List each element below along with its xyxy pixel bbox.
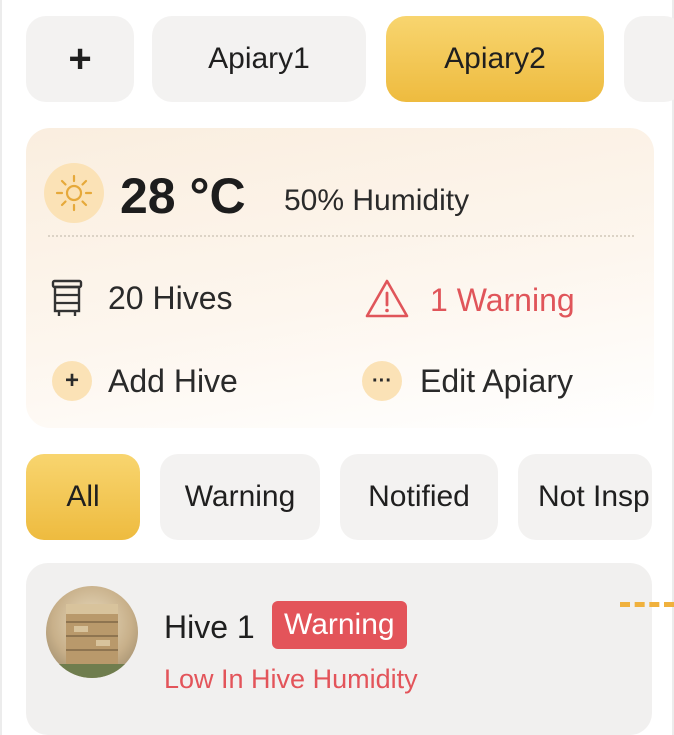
add-hive-button[interactable]: Add Hive <box>108 361 238 401</box>
left-edge <box>0 0 2 735</box>
filter-notified-label: Notified <box>368 480 470 513</box>
tab-next-partial[interactable] <box>624 16 674 102</box>
tab-apiary2[interactable]: Apiary2 <box>386 16 604 102</box>
humidity: 50% Humidity <box>284 184 470 217</box>
hive-count: 20 Hives <box>108 280 233 316</box>
edit-apiary-icon-glyph: ··· <box>372 369 392 392</box>
warning-count[interactable]: 1 Warning <box>430 280 575 320</box>
hive-name: Hive 1 <box>164 609 255 645</box>
beehive-icon <box>50 279 84 317</box>
add-apiary-button[interactable]: + <box>26 16 134 102</box>
filter-not-inspected[interactable]: Not Insp <box>518 454 652 540</box>
app-screen: + Apiary1 Apiary2 28 °C 50% Humidity 20 … <box>0 0 674 735</box>
sun-icon <box>44 163 104 223</box>
filter-warning[interactable]: Warning <box>160 454 320 540</box>
summary-divider <box>48 235 634 237</box>
filter-all-label: All <box>66 480 100 513</box>
tab-apiary1[interactable]: Apiary1 <box>152 16 366 102</box>
filter-notified[interactable]: Notified <box>340 454 498 540</box>
swipe-hint-dashes <box>620 602 674 607</box>
add-hive-icon[interactable]: + <box>52 361 92 401</box>
hive-alert-message: Low In Hive Humidity <box>164 664 418 694</box>
add-apiary-label: + <box>68 36 92 81</box>
add-hive-icon-glyph: + <box>64 367 79 394</box>
tab-apiary1-label: Apiary1 <box>208 42 310 75</box>
filter-warning-label: Warning <box>184 480 296 513</box>
tab-apiary2-label: Apiary2 <box>444 42 546 75</box>
hive-avatar <box>46 586 138 678</box>
status-badge: Warning <box>272 601 407 649</box>
more-dots-icon[interactable]: ··· <box>362 361 402 401</box>
status-badge-label: Warning <box>284 608 395 641</box>
temperature: 28 °C <box>120 168 246 224</box>
filter-not-inspected-label: Not Insp <box>538 480 650 513</box>
filter-all[interactable]: All <box>26 454 140 540</box>
warning-triangle-icon <box>364 278 410 320</box>
edit-apiary-button[interactable]: Edit Apiary <box>420 361 573 401</box>
